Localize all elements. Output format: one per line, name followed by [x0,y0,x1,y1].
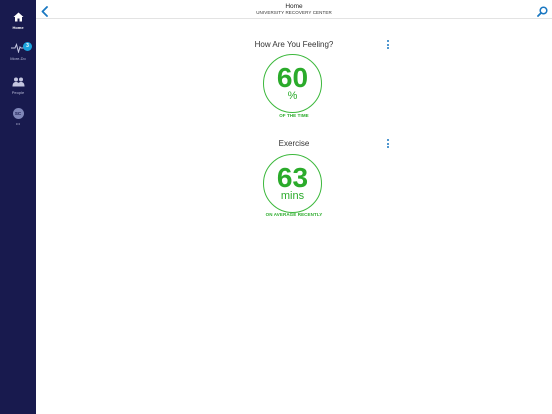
metric-ring: 63 mins [263,154,322,213]
sidebar-item-label: More-Do [10,56,26,61]
home-icon [11,11,25,23]
card-title: Exercise [278,139,310,148]
sidebar-item-people[interactable]: People [0,76,36,95]
app-root: Home More-Do 3 People SC ••• Home UNIVER… [0,0,552,414]
metric-unit: mins [280,190,305,202]
metric-caption: ON AVERAGE RECENTLY [265,212,323,217]
top-bar: Home UNIVERSITY RECOVERY CENTER [36,0,552,19]
sidebar-item-home[interactable]: Home [0,11,36,30]
metric-caption: OF THE TIME [279,113,309,118]
sidebar-item-label: ••• [15,121,21,126]
metric-value: 63 [276,162,309,193]
notification-badge: 3 [23,42,32,51]
page-subtitle: UNIVERSITY RECOVERY CENTER [256,10,332,15]
metric-value: 60 [276,62,309,93]
people-icon [11,76,25,88]
page-title: Home [285,3,303,10]
more-options-icon[interactable] [385,40,391,49]
title-block: Home UNIVERSITY RECOVERY CENTER [36,3,552,16]
sidebar: Home More-Do 3 People SC ••• [0,0,36,414]
avatar: SC [12,108,24,119]
metric-ring: 60 % [263,54,322,113]
search-icon[interactable] [537,4,548,17]
sidebar-item-label: Home [12,25,24,30]
sidebar-item-more[interactable]: SC ••• [0,108,36,126]
more-options-icon[interactable] [385,139,391,148]
card-title: How Are You Feeling? [254,40,334,49]
sidebar-item-label: People [11,90,25,95]
metric-unit: % [287,90,298,102]
